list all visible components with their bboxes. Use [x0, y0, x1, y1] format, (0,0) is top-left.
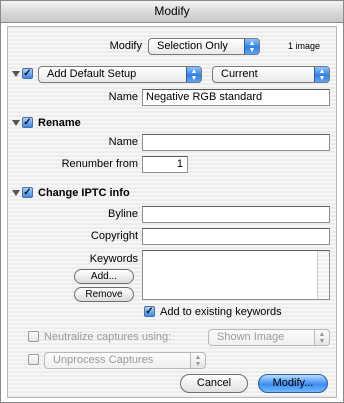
setup-disclosure-icon[interactable]	[12, 71, 20, 77]
updown-arrows-icon: ▲ ▼	[314, 330, 329, 345]
unprocess-value: Unprocess Captures	[53, 354, 154, 366]
keywords-scrollbar[interactable]	[317, 251, 329, 299]
unprocess-checkbox[interactable]	[28, 354, 39, 365]
byline-label: Byline	[108, 208, 138, 220]
setup-mode-value: Current	[221, 68, 258, 80]
cancel-button[interactable]: Cancel	[180, 374, 248, 393]
updown-arrows-icon: ▲ ▼	[244, 39, 259, 54]
copyright-field[interactable]	[142, 228, 330, 245]
setup-value: Add Default Setup	[47, 68, 137, 80]
dialog-content: Modify Selection Only ▲ ▼ 1 image ✓ Add D…	[7, 26, 337, 398]
iptc-disclosure-icon[interactable]	[12, 190, 20, 196]
modify-scope-select[interactable]: Selection Only ▲ ▼	[148, 38, 260, 55]
setup-select[interactable]: Add Default Setup ▲ ▼	[38, 66, 202, 83]
neutralize-label: Neutralize captures using:	[44, 331, 172, 343]
updown-arrows-icon: ▲ ▼	[314, 67, 329, 82]
unprocess-select[interactable]: Unprocess Captures ▲ ▼	[44, 352, 206, 369]
keywords-field[interactable]	[142, 250, 330, 300]
window-title: Modify	[1, 1, 343, 23]
setup-name-label: Name	[108, 91, 138, 103]
renumber-label: Renumber from	[61, 158, 138, 170]
rename-name-label: Name	[108, 136, 138, 148]
rename-checkbox[interactable]: ✓	[22, 117, 33, 128]
modify-scope-value: Selection Only	[157, 40, 228, 52]
renumber-field[interactable]: 1	[142, 156, 188, 173]
updown-arrows-icon: ▲ ▼	[190, 353, 205, 368]
neutralize-select[interactable]: Shown Image ▲ ▼	[208, 329, 330, 346]
rename-title: Rename	[38, 117, 81, 129]
modify-label: Modify	[109, 40, 142, 52]
neutralize-value: Shown Image	[217, 331, 285, 343]
byline-field[interactable]	[142, 206, 330, 223]
modify-button[interactable]: Modify...	[258, 374, 328, 393]
setup-checkbox[interactable]: ✓	[22, 68, 33, 79]
updown-arrows-icon: ▲ ▼	[186, 67, 201, 82]
iptc-checkbox[interactable]: ✓	[22, 187, 33, 198]
keywords-label: Keywords	[89, 253, 138, 265]
add-existing-checkbox[interactable]: ✓	[144, 306, 155, 317]
remove-keyword-button[interactable]: Remove	[74, 287, 134, 302]
setup-name-field[interactable]: Negative RGB standard	[142, 89, 330, 106]
copyright-label: Copyright	[90, 230, 138, 242]
rename-name-field[interactable]	[142, 134, 330, 151]
modify-dialog: Modify Modify Selection Only ▲ ▼ 1 image …	[0, 0, 344, 403]
iptc-title: Change IPTC info	[38, 187, 130, 199]
setup-mode-select[interactable]: Current ▲ ▼	[212, 66, 330, 83]
add-keyword-button[interactable]: Add...	[74, 269, 134, 284]
image-count: 1 image	[288, 41, 321, 51]
add-existing-label: Add to existing keywords	[160, 306, 282, 318]
neutralize-checkbox[interactable]	[28, 331, 39, 342]
rename-disclosure-icon[interactable]	[12, 120, 20, 126]
